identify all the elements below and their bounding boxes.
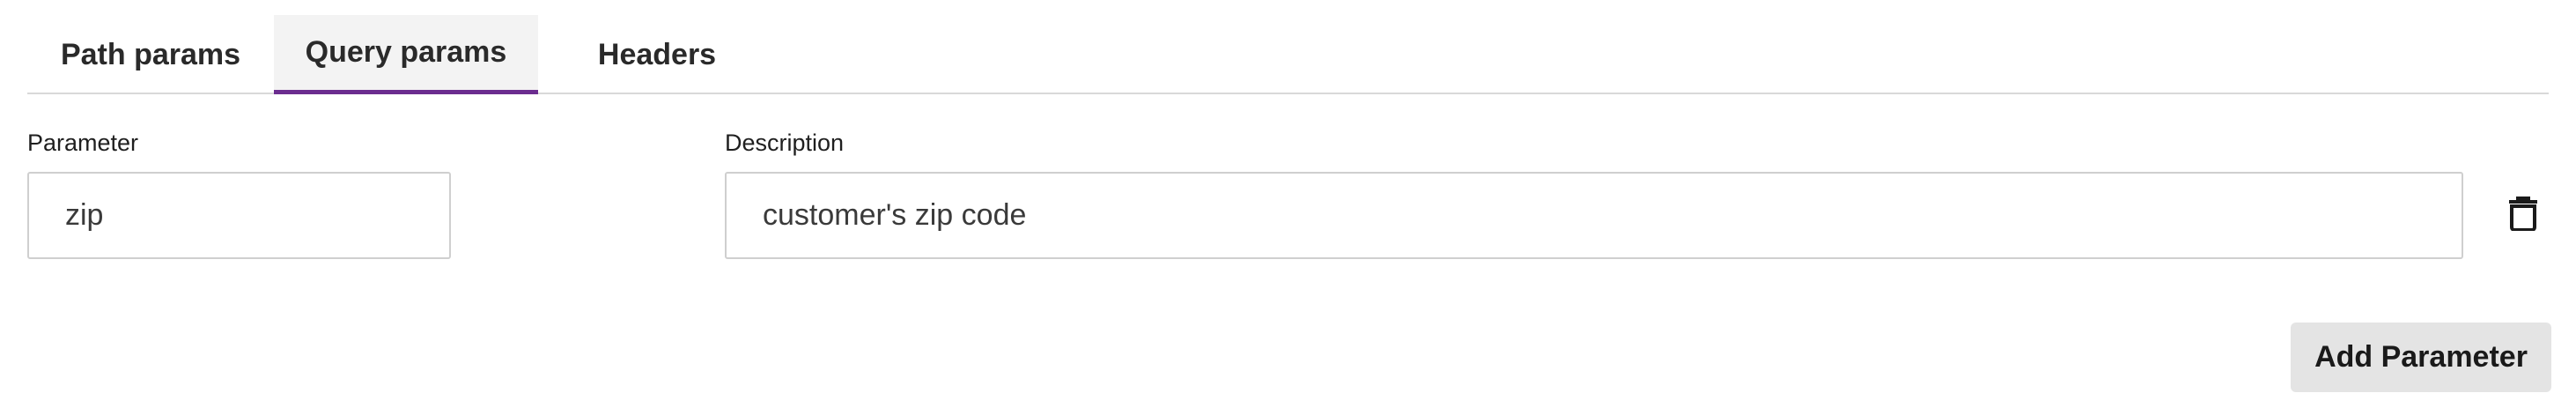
tab-path-params[interactable]: Path params	[27, 15, 274, 94]
query-params-editor: Path params Query params Headers Paramet…	[0, 0, 2576, 408]
trash-icon[interactable]	[2508, 196, 2538, 231]
parameter-input[interactable]: zip	[27, 172, 451, 259]
description-label: Description	[725, 130, 845, 156]
add-parameter-button[interactable]: Add Parameter	[2291, 323, 2551, 392]
tab-query-params[interactable]: Query params	[274, 15, 538, 94]
tab-bar: Path params Query params Headers	[27, 15, 2549, 94]
parameter-label: Parameter	[27, 130, 139, 156]
tab-headers[interactable]: Headers	[538, 15, 776, 94]
description-input[interactable]: customer's zip code	[725, 172, 2463, 259]
